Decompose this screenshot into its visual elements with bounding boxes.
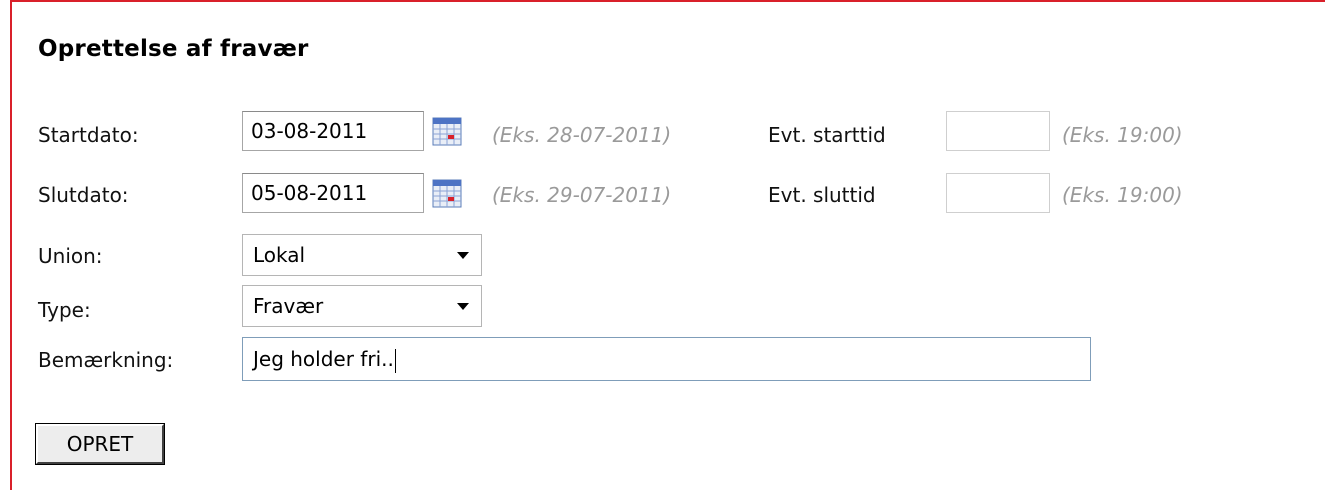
form-frame: [10, 0, 1325, 490]
calendar-icon[interactable]: [432, 116, 462, 146]
calendar-icon[interactable]: [432, 178, 462, 208]
type-select[interactable]: Fravær: [242, 285, 482, 327]
text-caret: [394, 348, 396, 373]
remark-input[interactable]: Jeg holder fri..: [242, 337, 1091, 381]
start-date-label: Startdato:: [38, 123, 139, 147]
end-time-input[interactable]: [946, 173, 1050, 213]
start-time-input[interactable]: [946, 111, 1050, 151]
end-time-label: Evt. sluttid: [768, 183, 876, 207]
union-selected-value: Lokal: [253, 243, 306, 267]
create-button[interactable]: OPRET: [35, 423, 165, 465]
start-date-hint: (Eks. 28-07-2011): [492, 123, 672, 147]
end-date-label: Slutdato:: [38, 183, 129, 207]
start-date-input[interactable]: 03-08-2011: [242, 111, 424, 151]
remark-label: Bemærkning:: [38, 348, 174, 372]
union-select[interactable]: Lokal: [242, 234, 482, 276]
type-selected-value: Fravær: [253, 294, 324, 318]
type-label: Type:: [38, 298, 91, 322]
end-date-input[interactable]: 05-08-2011: [242, 173, 424, 213]
start-time-hint: (Eks. 19:00): [1062, 123, 1183, 147]
start-time-label: Evt. starttid: [768, 123, 886, 147]
end-time-hint: (Eks. 19:00): [1062, 183, 1183, 207]
remark-value: Jeg holder fri..: [253, 347, 394, 371]
end-date-hint: (Eks. 29-07-2011): [492, 183, 672, 207]
chevron-down-icon: [457, 303, 469, 310]
page-title: Oprettelse af fravær: [38, 36, 309, 62]
chevron-down-icon: [457, 252, 469, 259]
union-label: Union:: [38, 244, 103, 268]
